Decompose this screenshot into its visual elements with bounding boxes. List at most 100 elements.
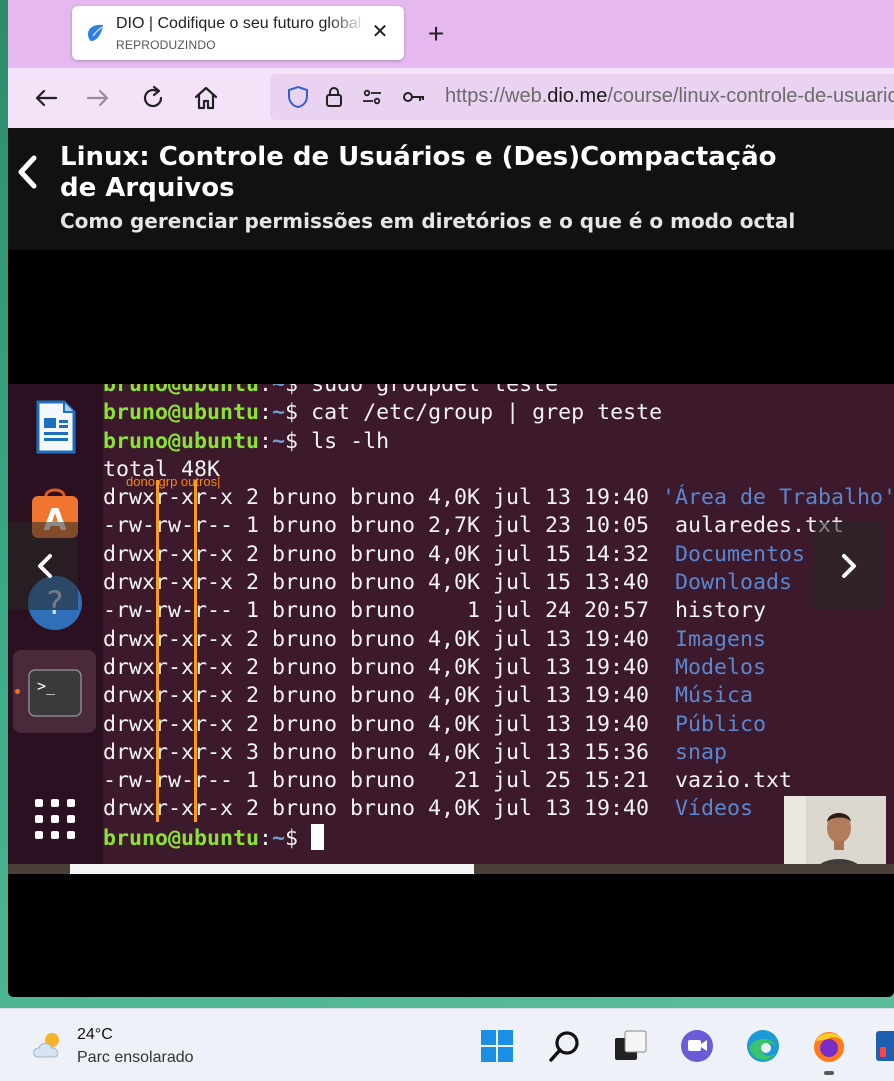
nav-toolbar: https://web.dio.me/course/linux-controle…: [8, 68, 894, 128]
new-tab-button[interactable]: +: [422, 20, 450, 48]
video-progress-bar[interactable]: [8, 864, 894, 874]
listing-metadata: -rw-rw-r-- 1 bruno bruno 1 jul 24 20:57: [103, 598, 663, 624]
terminal-prompt-line: bruno@ubuntu:~$ ls -lh: [103, 428, 894, 456]
video-player[interactable]: A ? >_ bruno@ubuntu:~$ sudo groupdel tes…: [8, 250, 894, 997]
directory-name: 'Área de Trabalho': [662, 485, 894, 511]
terminal-prompt-line: bruno@ubuntu:~$: [103, 823, 894, 852]
prompt-user: bruno@ubuntu: [103, 400, 260, 426]
listing-row: drwxr-xr-x 2 bruno bruno 4,0K jul 13 19:…: [103, 484, 894, 512]
prompt-separator: :: [259, 384, 273, 397]
firefox-icon[interactable]: [810, 1027, 848, 1065]
directory-name: Documentos: [662, 541, 806, 567]
listing-row: drwxr-xr-x 2 bruno bruno 4,0K jul 13 19:…: [103, 626, 894, 654]
video-frame: A ? >_ bruno@ubuntu:~$ sudo groupdel tes…: [8, 384, 894, 864]
directory-name: Público: [662, 711, 767, 737]
tab-strip: DIO | Codifique o seu futuro global REPR…: [8, 0, 894, 68]
chevron-left-icon[interactable]: [14, 154, 40, 190]
key-icon[interactable]: [402, 85, 426, 109]
listing-row: drwxr-xr-x 2 bruno bruno 4,0K jul 13 19:…: [103, 711, 894, 739]
permission-annotation: dono grp outros|: [126, 474, 221, 489]
file-name: vazio.txt: [662, 768, 793, 794]
directory-name: Downloads: [662, 570, 793, 596]
prompt-path: ~: [272, 400, 286, 426]
file-name: history: [662, 598, 767, 624]
listing-metadata: -rw-rw-r-- 1 bruno bruno 21 jul 25 15:21: [103, 768, 663, 794]
browser-window: DIO | Codifique o seu futuro global REPR…: [8, 0, 894, 997]
prompt-user: bruno@ubuntu: [103, 825, 260, 851]
edge-browser-icon[interactable]: [744, 1027, 782, 1065]
listing-metadata: drwxr-xr-x 2 bruno bruno 4,0K jul 15 13:…: [103, 570, 663, 596]
listing-row: drwxr-xr-x 2 bruno bruno 4,0K jul 13 19:…: [103, 795, 894, 823]
annotation-line-owner: [156, 480, 159, 822]
directory-name: Imagens: [662, 626, 767, 652]
weather-description[interactable]: Parc ensolarado: [77, 1049, 194, 1067]
prompt-path: ~: [272, 825, 286, 851]
listing-metadata: drwxr-xr-x 2 bruno bruno 4,0K jul 13 19:…: [103, 654, 663, 680]
listing-metadata: drwxr-xr-x 3 bruno bruno 4,0K jul 13 15:…: [103, 739, 663, 765]
running-indicator: [15, 689, 20, 694]
listing-row: -rw-rw-r-- 1 bruno bruno 21 jul 25 15:21…: [103, 767, 894, 795]
prompt-separator: :: [259, 428, 273, 454]
windows-taskbar: 24°C Parc ensolarado: [0, 1008, 894, 1081]
terminal-prompt-line: bruno@ubuntu:~$ sudo groupdel teste: [103, 384, 894, 399]
back-arrow-icon[interactable]: [30, 82, 62, 114]
instructor-webcam: [784, 796, 886, 864]
weather-temperature[interactable]: 24°C: [77, 1026, 113, 1044]
prompt-separator: :: [259, 400, 273, 426]
terminal-output: bruno@ubuntu:~$ sudo groupdel teste bruno…: [103, 384, 894, 852]
windows-start-icon[interactable]: [478, 1027, 516, 1065]
listing-row: drwxr-xr-x 2 bruno bruno 4,0K jul 15 14:…: [103, 541, 894, 569]
address-bar[interactable]: https://web.dio.me/course/linux-controle…: [270, 74, 894, 120]
prompt-path: ~: [272, 428, 286, 454]
app-icon-partial[interactable]: [874, 1027, 894, 1065]
tab-title: DIO | Codifique o seu futuro global: [116, 15, 362, 32]
listing-metadata: drwxr-xr-x 2 bruno bruno 4,0K jul 13 19:…: [103, 683, 663, 709]
next-slide-button[interactable]: [814, 522, 884, 610]
directory-name: Modelos: [662, 654, 767, 680]
listing-metadata: drwxr-xr-x 2 bruno bruno 4,0K jul 13 19:…: [103, 626, 663, 652]
listing-metadata: drwxr-xr-x 2 bruno bruno 4,0K jul 13 19:…: [103, 711, 663, 737]
terminal-cursor: [311, 823, 325, 850]
video-progress-fill: [70, 864, 474, 874]
shield-icon[interactable]: [286, 85, 310, 109]
search-icon[interactable]: [546, 1027, 584, 1065]
previous-slide-button[interactable]: [8, 522, 78, 610]
svg-text:>_: >_: [37, 677, 56, 695]
forward-arrow-icon[interactable]: [82, 82, 114, 114]
prompt-path: ~: [272, 384, 286, 397]
command-text: ls -lh: [311, 428, 390, 454]
prompt-separator: :: [259, 825, 273, 851]
prompt-symbol: $: [285, 825, 312, 851]
prompt-symbol: $: [285, 384, 312, 397]
terminal-icon: >_: [28, 669, 82, 717]
ubuntu-dock: A ? >_: [8, 384, 103, 864]
directory-name: snap: [662, 739, 728, 765]
tab-close-icon[interactable]: ✕: [368, 20, 392, 44]
prompt-user: bruno@ubuntu: [103, 384, 260, 397]
listing-row: drwxr-xr-x 2 bruno bruno 4,0K jul 15 13:…: [103, 569, 894, 597]
url-text[interactable]: https://web.dio.me/course/linux-controle…: [445, 85, 894, 108]
listing-row: drwxr-xr-x 2 bruno bruno 4,0K jul 13 19:…: [103, 654, 894, 682]
listing-total: total 48K: [103, 456, 221, 482]
firefox-running-indicator: [824, 1071, 834, 1075]
teams-chat-icon[interactable]: [678, 1027, 716, 1065]
course-title: Linux: Controle de Usuários e (Des)Compa…: [60, 142, 777, 203]
reload-icon[interactable]: [137, 82, 169, 114]
listing-row: drwxr-xr-x 3 bruno bruno 4,0K jul 13 15:…: [103, 739, 894, 767]
lesson-subtitle: Como gerenciar permissões em diretórios …: [60, 209, 796, 233]
partly-sunny-icon[interactable]: [30, 1029, 66, 1061]
app-grid-icon: [35, 799, 75, 839]
command-text: cat /etc/group | grep teste: [311, 400, 663, 426]
directory-name: Vídeos: [662, 796, 754, 822]
home-icon[interactable]: [190, 82, 222, 114]
browser-tab[interactable]: DIO | Codifique o seu futuro global REPR…: [72, 6, 404, 60]
task-view-icon[interactable]: [612, 1027, 650, 1065]
listing-row: drwxr-xr-x 2 bruno bruno 4,0K jul 13 19:…: [103, 682, 894, 710]
lock-icon[interactable]: [322, 85, 346, 109]
directory-name: Música: [662, 683, 754, 709]
listing-metadata: drwxr-xr-x 2 bruno bruno 4,0K jul 15 14:…: [103, 541, 663, 567]
permissions-icon[interactable]: [360, 85, 384, 109]
tab-playing-label: REPRODUZINDO: [116, 38, 216, 52]
listing-metadata: drwxr-xr-x 2 bruno bruno 4,0K jul 13 19:…: [103, 796, 663, 822]
libreoffice-writer-icon: [36, 400, 76, 454]
